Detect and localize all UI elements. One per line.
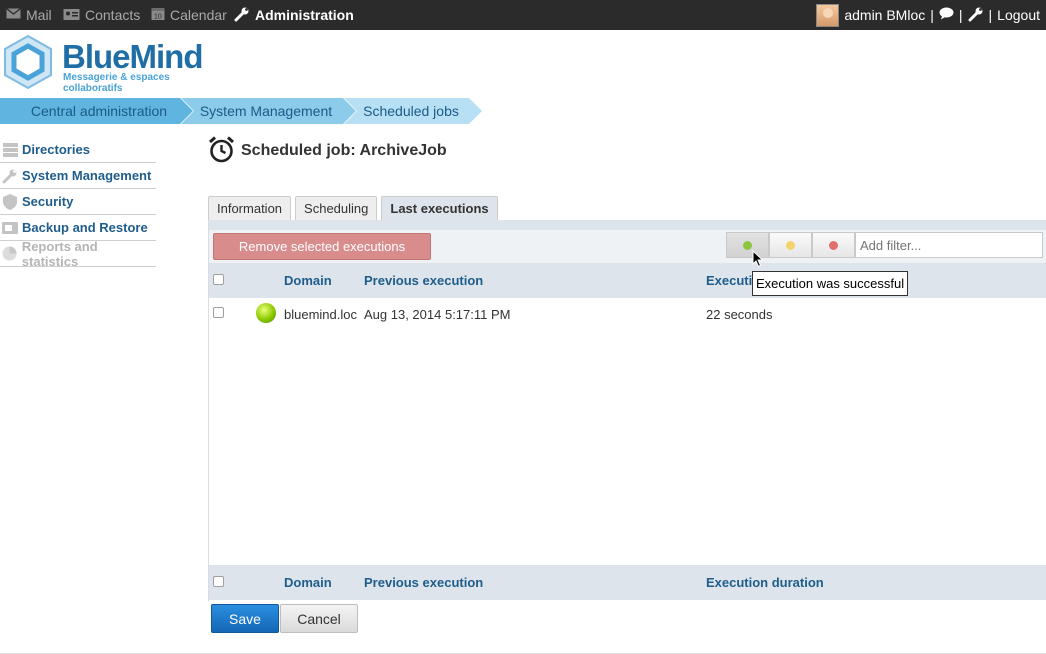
separator: | (988, 7, 993, 23)
page-title-text: Scheduled job: ArchiveJob (241, 142, 447, 159)
error-dot-icon (829, 240, 838, 250)
save-button[interactable]: Save (211, 604, 279, 633)
user-menu: admin BMloc | | | Logout (816, 0, 1040, 30)
cancel-button[interactable]: Cancel (280, 604, 358, 633)
wrench-icon (2, 168, 18, 184)
sidebar-item-backup-restore[interactable]: Backup and Restore (0, 215, 156, 241)
executions-panel: Remove selected executions Domain Previo… (208, 220, 1046, 601)
app-administration-label: Administration (255, 7, 354, 23)
backup-icon (2, 220, 18, 236)
page-title: Scheduled job: ArchiveJob (208, 136, 447, 166)
row-checkbox[interactable] (213, 307, 224, 318)
bluemind-logo[interactable]: BlueMind Messagerie & espaces collaborat… (0, 34, 215, 94)
tab-bar: Information Scheduling Last executions (208, 196, 498, 220)
sidebar-item-reports: Reports and statistics (0, 238, 156, 269)
shield-icon (2, 193, 18, 210)
sidebar-item-system-management[interactable]: System Management (0, 163, 156, 189)
sidebar-item-label: System Management (22, 168, 152, 183)
mouse-cursor-icon (752, 249, 764, 271)
separator: | (930, 7, 934, 23)
table-row[interactable]: bluemind.loc Aug 13, 2014 5:17:11 PM 22 … (209, 298, 1046, 331)
directories-icon (2, 142, 18, 158)
alarm-clock-icon (208, 136, 235, 166)
tab-information[interactable]: Information (208, 196, 292, 220)
contacts-icon (63, 7, 80, 24)
brand-name: BlueMind (62, 38, 203, 75)
sidebar-item-label: Backup and Restore (22, 220, 148, 235)
avatar[interactable] (816, 3, 840, 27)
app-calendar[interactable]: 10 Calendar (151, 0, 227, 30)
status-filter-group (726, 232, 1043, 258)
logout-link[interactable]: Logout (997, 7, 1040, 23)
table-footer: Domain Previous execution Execution dura… (209, 565, 1046, 600)
success-dot-icon (743, 240, 752, 250)
row-duration: 22 seconds (706, 307, 773, 322)
row-domain: bluemind.loc (284, 307, 357, 322)
footer-column-previous-execution[interactable]: Previous execution (364, 565, 483, 600)
sidebar-item-label: Directories (22, 142, 90, 157)
app-contacts-label: Contacts (85, 7, 141, 23)
footer-column-execution-duration[interactable]: Execution duration (706, 565, 824, 600)
filter-warning-button[interactable] (769, 232, 812, 258)
select-all-footer-checkbox[interactable] (213, 576, 224, 587)
tab-scheduling[interactable]: Scheduling (295, 196, 378, 220)
tab-last-executions[interactable]: Last executions (381, 196, 498, 220)
svg-text:10: 10 (154, 14, 162, 21)
column-header-execution-duration[interactable]: Executi (706, 263, 752, 298)
calendar-icon: 10 (151, 6, 165, 24)
app-mail[interactable]: Mail (6, 0, 52, 30)
sidebar-item-label: Security (22, 194, 74, 209)
separator: | (958, 7, 963, 23)
app-administration[interactable]: Administration (234, 0, 354, 30)
warning-dot-icon (786, 240, 795, 250)
sidebar-item-security[interactable]: Security (0, 189, 156, 215)
sidebar-item-label: Reports and statistics (21, 238, 98, 269)
wrench-icon (234, 6, 250, 25)
table-header: Domain Previous execution Executi (209, 263, 1046, 298)
app-calendar-label: Calendar (170, 7, 227, 23)
executions-toolbar: Remove selected executions (209, 220, 1046, 263)
breadcrumb-scheduled-jobs: Scheduled jobs (363, 103, 459, 119)
success-filter-tooltip: Execution was successful (752, 271, 909, 296)
filter-error-button[interactable] (812, 232, 855, 258)
settings-wrench-icon[interactable] (968, 6, 984, 25)
sidebar-item-directories[interactable]: Directories (0, 137, 156, 163)
app-contacts[interactable]: Contacts (63, 0, 140, 30)
filter-input[interactable] (855, 232, 1043, 258)
select-all-checkbox[interactable] (213, 274, 224, 285)
column-header-domain[interactable]: Domain (284, 263, 332, 298)
reports-icon (2, 246, 18, 262)
column-header-previous-execution[interactable]: Previous execution (364, 263, 483, 298)
breadcrumb-central-administration[interactable]: Central administration (24, 98, 174, 124)
brand-tagline: Messagerie & espaces collaboratifs (63, 72, 170, 94)
sidebar: Directories System Management Security B… (0, 137, 156, 269)
hexagon-logo-icon (0, 34, 56, 93)
app-mail-label: Mail (26, 7, 52, 23)
mail-icon (6, 7, 21, 23)
remove-selected-executions-button[interactable]: Remove selected executions (213, 233, 431, 260)
chat-icon[interactable] (939, 7, 954, 23)
footer-column-domain[interactable]: Domain (284, 565, 332, 600)
success-status-icon (256, 303, 276, 323)
user-name[interactable]: admin BMloc (844, 7, 925, 23)
row-previous-execution: Aug 13, 2014 5:17:11 PM (364, 307, 511, 322)
breadcrumb-system-management[interactable]: System Management (196, 98, 336, 124)
top-bar: Mail Contacts 10 Calendar Administration… (0, 0, 1046, 30)
